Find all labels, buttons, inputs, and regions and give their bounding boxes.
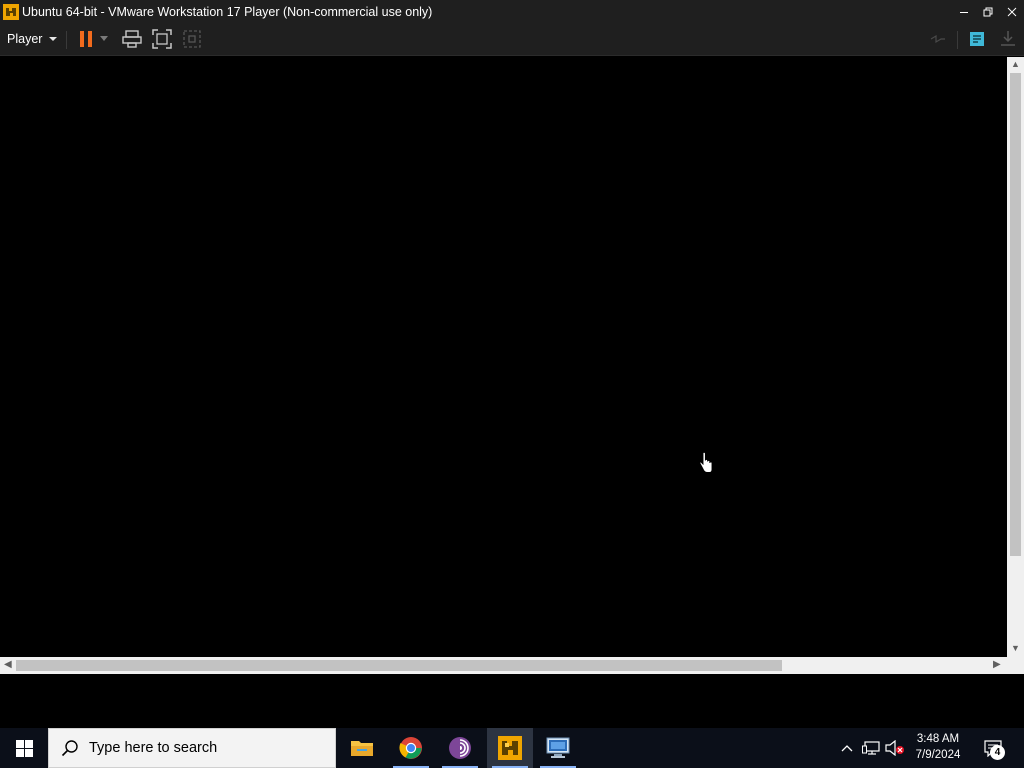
pause-button[interactable] [75,28,97,50]
remote-desktop-icon [546,737,570,758]
taskbar-chrome[interactable] [388,728,434,768]
search-icon [61,740,78,757]
send-ctrl-alt-del-icon [122,30,142,48]
close-icon [1007,7,1017,16]
vm-console[interactable] [0,57,1007,657]
window-bottom-area [0,674,1024,728]
taskbar-search-box[interactable]: Type here to search [48,728,336,768]
unity-icon [183,30,201,48]
fullscreen-icon [152,29,172,49]
notification-count-badge: 4 [990,745,1005,760]
taskbar-file-explorer[interactable] [339,728,385,768]
scroll-left-icon[interactable]: ◀ [4,659,12,670]
vmware-player-icon [498,736,522,760]
start-button[interactable] [0,728,48,768]
taskbar-remote-desktop[interactable] [535,728,581,768]
clock-time: 3:48 AM [916,733,960,745]
show-hidden-icons-button[interactable] [838,728,856,768]
player-menu-button[interactable]: Player [3,28,59,50]
network-tray-button[interactable] [860,728,882,768]
chevron-down-icon [49,37,58,41]
scroll-right-icon[interactable]: ▶ [993,659,1001,670]
clock-date: 7/9/2024 [915,749,961,761]
download-button[interactable] [997,28,1019,50]
minimize-button[interactable] [952,0,976,23]
taskbar-vmware-player[interactable] [487,728,533,768]
restore-button[interactable] [976,0,1000,23]
removable-devices-button[interactable] [927,28,949,50]
toolbar-divider [66,31,67,49]
vertical-scrollbar[interactable]: ▲ ▼ [1007,57,1024,657]
pause-dropdown-icon [100,36,108,41]
vertical-scroll-thumb[interactable] [1010,73,1021,556]
removable-devices-icon [930,34,945,44]
volume-muted-icon [885,740,904,756]
scroll-down-icon[interactable]: ▼ [1011,643,1020,653]
search-placeholder: Type here to search [89,740,218,756]
window-titlebar[interactable]: Ubuntu 64-bit - VMware Workstation 17 Pl… [0,0,1024,23]
tor-browser-icon [449,737,471,759]
toolbar-divider [957,31,958,49]
vmware-icon [3,3,19,20]
horizontal-scroll-thumb[interactable] [16,660,782,671]
window-title: Ubuntu 64-bit - VMware Workstation 17 Pl… [22,4,433,19]
close-button[interactable] [1000,0,1024,23]
windows-logo-icon [15,739,33,757]
pause-icon [80,31,92,47]
file-explorer-icon [351,741,373,756]
windows-taskbar: Type here to search 3:48 AM 7/9/2024 [0,728,1024,768]
horizontal-scrollbar[interactable]: ◀ ▶ [0,657,1007,674]
show-hidden-icons-icon [841,745,853,752]
scroll-up-icon[interactable]: ▲ [1011,59,1020,69]
hand-cursor-icon [699,452,713,473]
pause-dropdown-button[interactable] [97,28,111,50]
unity-button[interactable] [181,28,203,50]
fullscreen-button[interactable] [151,28,173,50]
restore-icon [983,7,993,16]
player-menu-label: Player [7,32,43,46]
minimize-icon [960,11,968,13]
player-toolbar: Player [0,23,1024,56]
message-log-button[interactable] [966,28,988,50]
network-icon [862,741,880,755]
taskbar-clock[interactable]: 3:48 AM 7/9/2024 [908,731,968,765]
taskbar-tor-browser[interactable] [437,728,483,768]
send-ctrl-alt-del-button[interactable] [121,28,143,50]
message-log-icon [970,32,984,46]
download-icon [1001,31,1015,46]
scrollbar-corner [1007,657,1024,674]
volume-tray-button[interactable] [884,728,906,768]
chrome-icon [399,737,422,759]
